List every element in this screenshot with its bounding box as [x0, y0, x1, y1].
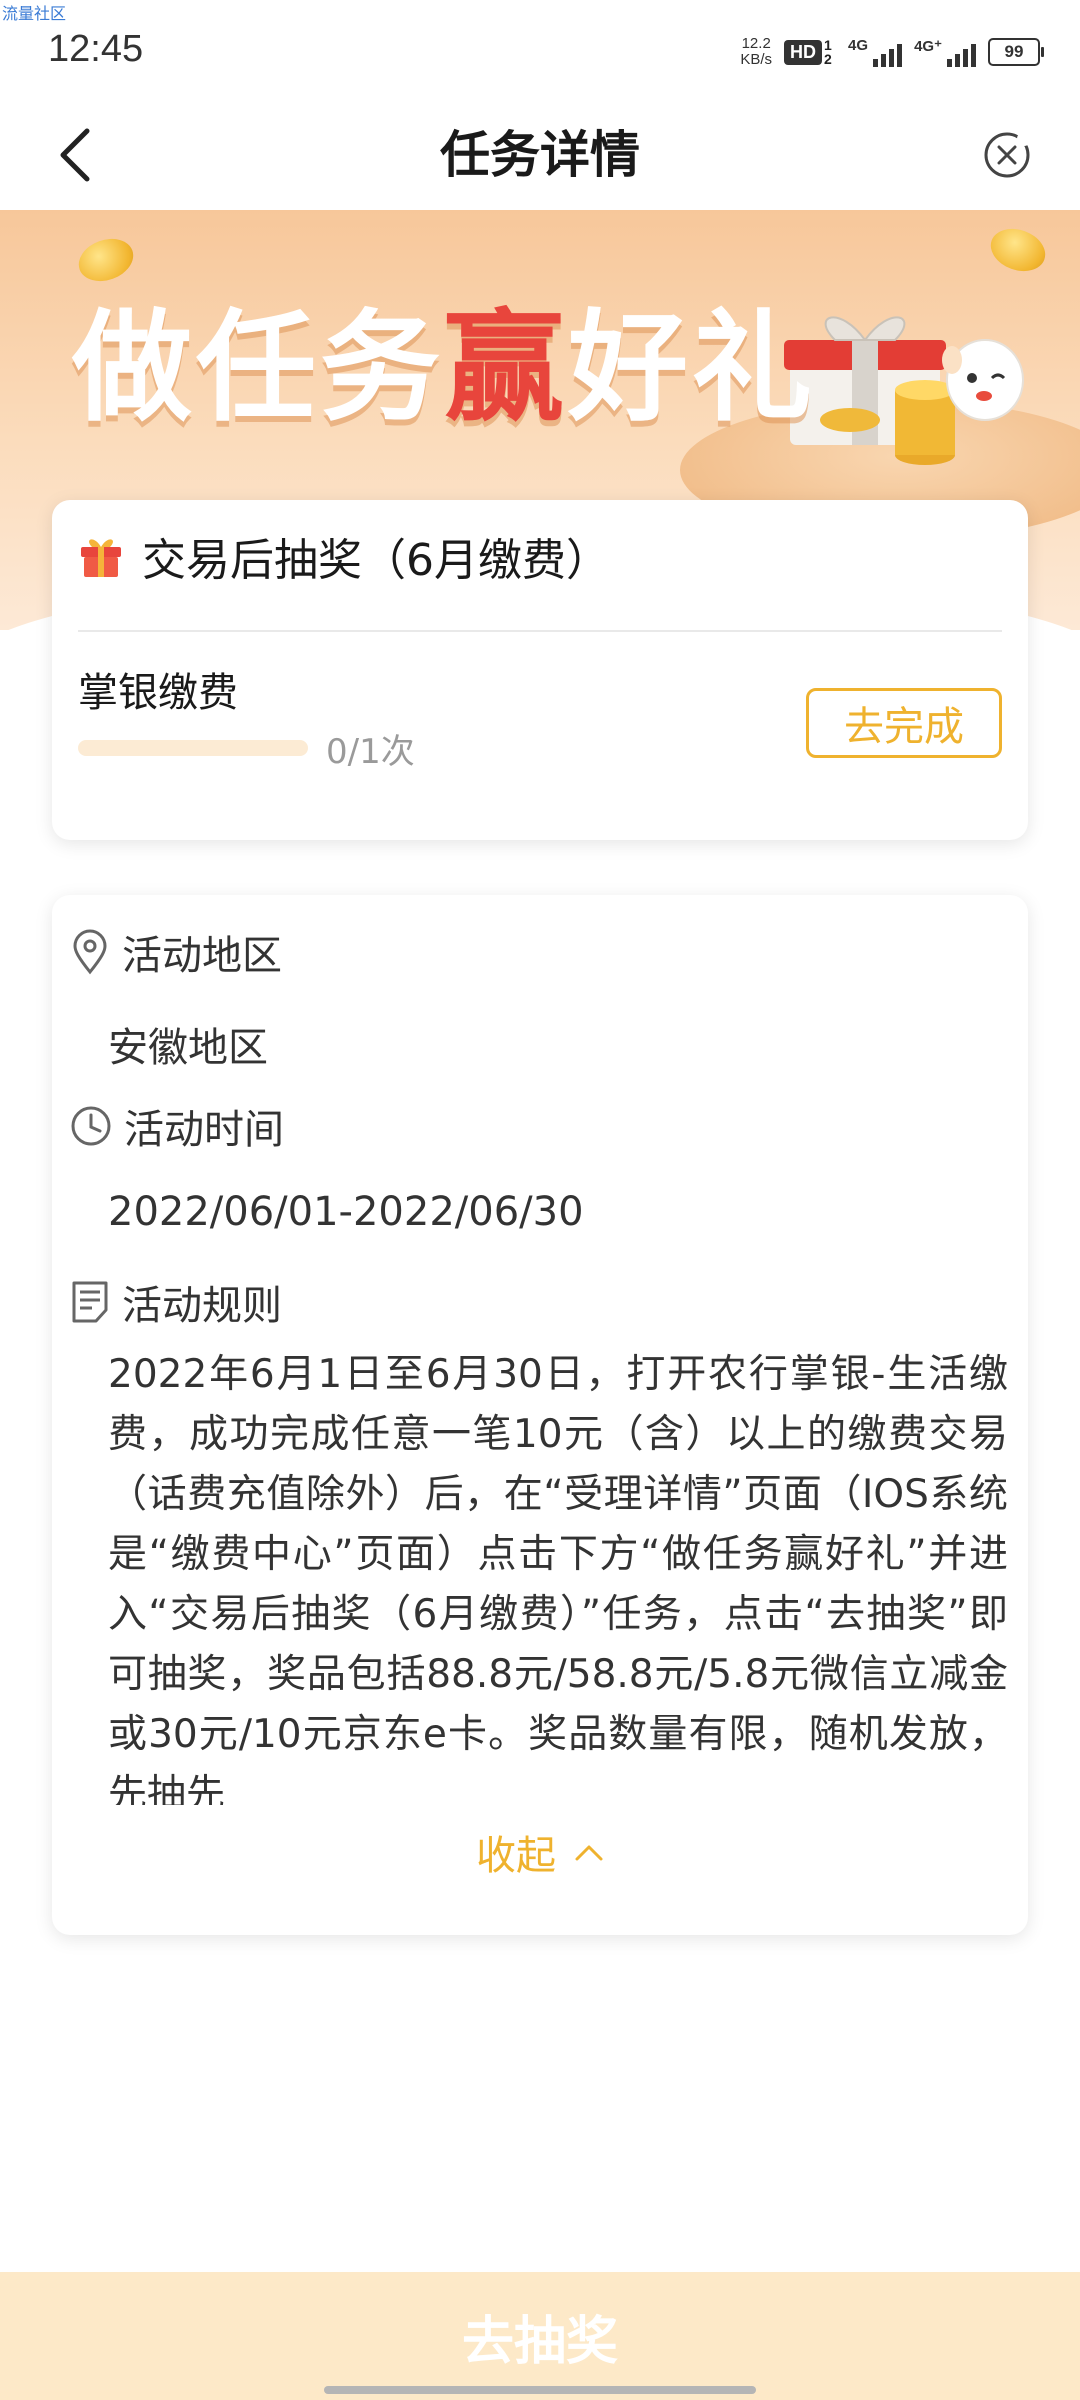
task-progress-bar [78, 740, 308, 756]
gift-icon [81, 539, 121, 577]
go-complete-button[interactable]: 去完成 [806, 688, 1002, 758]
draw-prize-button[interactable]: 去抽奖 [0, 2272, 1080, 2400]
collapse-label: 收起 [476, 1833, 556, 1879]
divider [78, 630, 1002, 632]
status-icons: 12.2 KB/s HD 1 2 4G 4G⁺ 99 [740, 30, 1044, 74]
coin-decoration [984, 221, 1052, 279]
chevron-up-icon [575, 1845, 603, 1861]
home-indicator[interactable] [324, 2386, 756, 2394]
status-time: 12:45 [48, 28, 144, 70]
collapse-button[interactable]: 收起 [52, 1823, 1028, 1881]
task-item-name: 掌银缴费 [78, 670, 238, 716]
activity-info-card: 活动地区 安徽地区 活动时间 2022/06/01-2022/06/30 活动规… [52, 895, 1028, 1935]
rules-label: 活动规则 [122, 1283, 282, 1329]
task-card: 交易后抽奖（6月缴费） 掌银缴费 0/1次 去完成 [52, 500, 1028, 840]
network-speed: 12.2 KB/s [740, 35, 773, 68]
region-section-header: 活动地区 [70, 923, 282, 981]
chevron-left-icon [60, 128, 90, 182]
rules-section-header: 活动规则 [70, 1273, 282, 1331]
close-button[interactable] [974, 122, 1040, 188]
nav-header: 任务详情 [0, 100, 1080, 210]
page-title: 任务详情 [440, 126, 640, 184]
task-card-header: 交易后抽奖（6月缴费） [78, 526, 610, 586]
time-label: 活动时间 [124, 1107, 284, 1153]
location-pin-icon [73, 929, 107, 975]
time-value: 2022/06/01-2022/06/30 [108, 1189, 584, 1235]
battery-icon: 99 [988, 38, 1044, 66]
clock-icon [71, 1106, 111, 1146]
rules-text: 2022年6月1日至6月30日，打开农行掌银-生活缴费，成功完成任意一笔10元（… [108, 1352, 1008, 1805]
task-progress-text: 0/1次 [326, 732, 415, 772]
region-value: 安徽地区 [108, 1025, 268, 1071]
sheep-mascot-illustration [942, 339, 1024, 421]
task-title: 交易后抽奖（6月缴费） [142, 535, 610, 586]
hd-voice-icon: HD 1 2 [784, 38, 836, 66]
banner-title: 做任务赢好礼 [72, 299, 816, 438]
close-circle-icon [984, 132, 1031, 178]
signal-2-icon: 4G⁺ [914, 37, 976, 67]
time-section-header: 活动时间 [70, 1097, 284, 1155]
status-bar: 12:45 12.2 KB/s HD 1 2 4G 4G⁺ 99 [0, 0, 1080, 100]
document-icon [72, 1281, 108, 1323]
signal-1-icon: 4G [848, 37, 903, 67]
back-button[interactable] [40, 120, 110, 190]
region-label: 活动地区 [122, 933, 282, 979]
